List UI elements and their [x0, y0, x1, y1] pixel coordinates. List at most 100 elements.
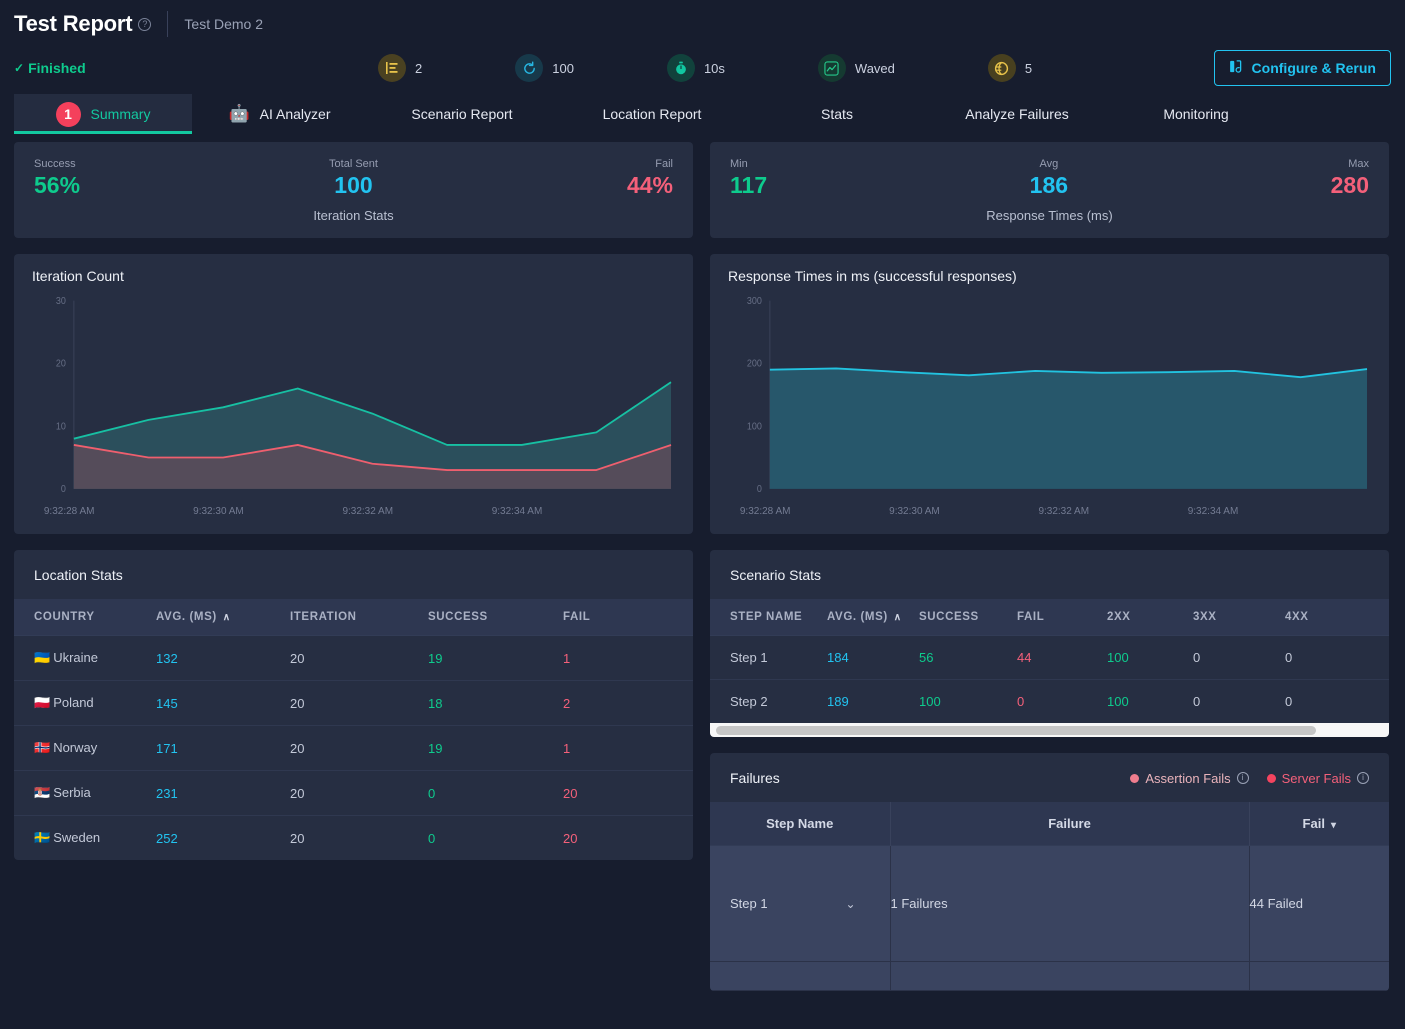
- stat-load-type: Waved: [817, 54, 895, 82]
- table-row[interactable]: Step 1 ⌄ 1 Failures 44 Failed: [710, 845, 1389, 962]
- col-sc-avg-ms[interactable]: AVG. (MS) ∧: [827, 599, 919, 636]
- x-tick-label: 9:32:34 AM: [491, 506, 543, 517]
- tab-stats-label: Stats: [821, 106, 853, 122]
- col-failure[interactable]: Failure: [890, 802, 1250, 846]
- cell-sc-fail: 0: [1017, 679, 1107, 723]
- svg-text:200: 200: [747, 358, 762, 368]
- tab-scenario-report[interactable]: Scenario Report: [367, 94, 557, 134]
- iteration-count-plot: 0 10 20 30: [56, 296, 672, 494]
- legend-assertion-fails[interactable]: Assertion Fails i: [1130, 770, 1249, 786]
- failures-card: Failures Assertion Fails i Server Fails …: [710, 753, 1389, 991]
- iteration-refresh-icon: [515, 54, 544, 82]
- table-row[interactable]: 🇷🇸 Serbia 231 20 0 20: [14, 770, 693, 816]
- table-row[interactable]: 🇺🇦 Ukraine 132 20 19 1: [14, 635, 693, 681]
- col-2xx-label: 2XX: [1107, 611, 1131, 623]
- duration-timer-icon: [666, 54, 695, 82]
- scrollbar-thumb[interactable]: [716, 726, 1316, 735]
- location-stats-body: 🇺🇦 Ukraine 132 20 19 1 🇵🇱 Poland 145 20 18 2 🇳🇴 Norwa…: [14, 635, 693, 860]
- scenario-stats-card: Scenario Stats STEP NAME AVG. (MS) ∧ SUCC…: [710, 550, 1389, 737]
- tab-ai-analyzer-label: AI Analyzer: [259, 106, 331, 122]
- assertion-fails-dot-icon: [1130, 773, 1140, 783]
- failure-step-label: Step 1: [730, 896, 768, 911]
- country-flag-icon: 🇵🇱: [34, 695, 51, 710]
- table-row[interactable]: 🇳🇴 Norway 171 20 19 1: [14, 725, 693, 771]
- col-sc-success[interactable]: SUCCESS: [919, 599, 1017, 636]
- col-step-name[interactable]: STEP NAME: [710, 599, 827, 636]
- col-iteration[interactable]: ITERATION: [290, 599, 428, 636]
- legend-server-fails[interactable]: Server Fails i: [1266, 771, 1369, 786]
- table-row-partial: [710, 961, 1389, 991]
- cell-success: 0: [428, 815, 563, 860]
- table-row[interactable]: Step 2 189 100 0 100 0 0: [710, 679, 1389, 723]
- svg-text:100: 100: [747, 421, 762, 431]
- col-country[interactable]: COUNTRY: [14, 599, 156, 636]
- tab-location-report[interactable]: Location Report: [557, 94, 747, 134]
- col-avg-ms-label: AVG. (MS): [156, 611, 217, 623]
- failures-table: Step Name Failure Fail ▾ Step 1 ⌄ 1 Failure…: [710, 802, 1389, 991]
- col-failure-step-name[interactable]: Step Name: [710, 802, 891, 846]
- tab-summary-label: Summary: [90, 106, 151, 122]
- iteration-success-label: Success: [34, 158, 76, 170]
- response-times-x-axis: 9:32:28 AM 9:32:30 AM 9:32:32 AM 9:32:34 AM: [728, 506, 1371, 524]
- test-name-label: Test Demo 2: [184, 16, 263, 32]
- col-4xx[interactable]: 4XX: [1285, 599, 1389, 636]
- help-icon[interactable]: ?: [138, 17, 152, 31]
- table-row[interactable]: 🇸🇪 Sweden 252 20 0 20: [14, 815, 693, 860]
- col-iteration-label: ITERATION: [290, 611, 357, 623]
- col-success[interactable]: SUCCESS: [428, 599, 563, 636]
- svg-text:0: 0: [61, 484, 66, 494]
- col-2xx[interactable]: 2XX: [1107, 599, 1193, 636]
- scenario-stats-header: STEP NAME AVG. (MS) ∧ SUCCESS FAIL 2XX 3X…: [710, 599, 1389, 636]
- col-failure-label: Failure: [1048, 816, 1091, 831]
- tab-summary[interactable]: 1 Summary: [14, 94, 192, 134]
- svg-text:300: 300: [747, 296, 762, 306]
- tab-ai-analyzer[interactable]: 🤖 AI Analyzer: [192, 94, 367, 134]
- scenario-stats-horizontal-scrollbar[interactable]: [710, 723, 1389, 737]
- iteration-count-x-axis: 9:32:28 AM 9:32:30 AM 9:32:32 AM 9:32:34 AM: [32, 506, 675, 524]
- col-3xx[interactable]: 3XX: [1193, 599, 1285, 636]
- stat-iterations-value: 100: [552, 60, 574, 76]
- response-times-chart-title: Response Times in ms (successful respons…: [728, 268, 1017, 284]
- cell-success: 19: [428, 725, 563, 771]
- cell-failure-step-name[interactable]: Step 1 ⌄: [710, 845, 891, 962]
- table-row[interactable]: 🇵🇱 Poland 145 20 18 2: [14, 680, 693, 726]
- server-fails-info-icon[interactable]: i: [1357, 772, 1369, 784]
- country-flag-icon: 🇷🇸: [34, 785, 51, 800]
- tab-analyze-failures[interactable]: Analyze Failures: [927, 94, 1107, 134]
- x-tick-label: 9:32:28 AM: [43, 506, 95, 517]
- server-fails-dot-icon: [1266, 773, 1276, 783]
- col-4xx-label: 4XX: [1285, 611, 1309, 623]
- failures-header: Failures Assertion Fails i Server Fails …: [710, 753, 1389, 802]
- chevron-down-icon[interactable]: ⌄: [845, 897, 855, 911]
- sort-ascending-icon: ∧: [893, 612, 902, 623]
- col-sc-avg-ms-label: AVG. (MS): [827, 611, 888, 623]
- cell-4xx: 0: [1285, 679, 1389, 723]
- sort-ascending-icon: ∧: [222, 612, 231, 623]
- col-failure-fail[interactable]: Fail ▾: [1249, 802, 1389, 846]
- stat-duration-value: 10s: [703, 60, 725, 76]
- tab-stats[interactable]: Stats: [747, 94, 927, 134]
- svg-text:0: 0: [757, 484, 762, 494]
- assertion-fails-info-icon[interactable]: i: [1236, 772, 1249, 784]
- configure-and-rerun-button[interactable]: Configure & Rerun: [1213, 50, 1391, 86]
- legend-assertion-fails-label: Assertion Fails: [1145, 770, 1231, 786]
- col-fail[interactable]: FAIL: [563, 599, 693, 636]
- tab-analyze-failures-label: Analyze Failures: [965, 106, 1069, 122]
- cell-fail: 1: [563, 725, 693, 771]
- country-flag-icon: 🇺🇦: [34, 650, 51, 665]
- location-stats-card: Location Stats COUNTRY AVG. (MS) ∧ ITERAT…: [14, 550, 693, 860]
- tab-location-report-label: Location Report: [602, 106, 702, 122]
- cell-empty: [1249, 961, 1389, 991]
- cell-iteration: 20: [290, 770, 428, 816]
- configure-icon: [1229, 59, 1244, 77]
- country-flag-icon: 🇸🇪: [34, 830, 51, 845]
- x-tick-label: 9:32:32 AM: [1038, 506, 1090, 517]
- failures-table-body: Step 1 ⌄ 1 Failures 44 Failed: [710, 845, 1389, 991]
- col-avg-ms[interactable]: AVG. (MS) ∧: [156, 599, 290, 636]
- tab-monitoring[interactable]: Monitoring: [1107, 94, 1285, 134]
- col-sc-fail[interactable]: FAIL: [1017, 599, 1107, 636]
- cell-2xx: 100: [1107, 679, 1193, 723]
- table-row[interactable]: Step 1 184 56 44 100 0 0: [710, 635, 1389, 680]
- cell-step-name: Step 2: [710, 679, 827, 723]
- cell-sc-success: 56: [919, 635, 1017, 680]
